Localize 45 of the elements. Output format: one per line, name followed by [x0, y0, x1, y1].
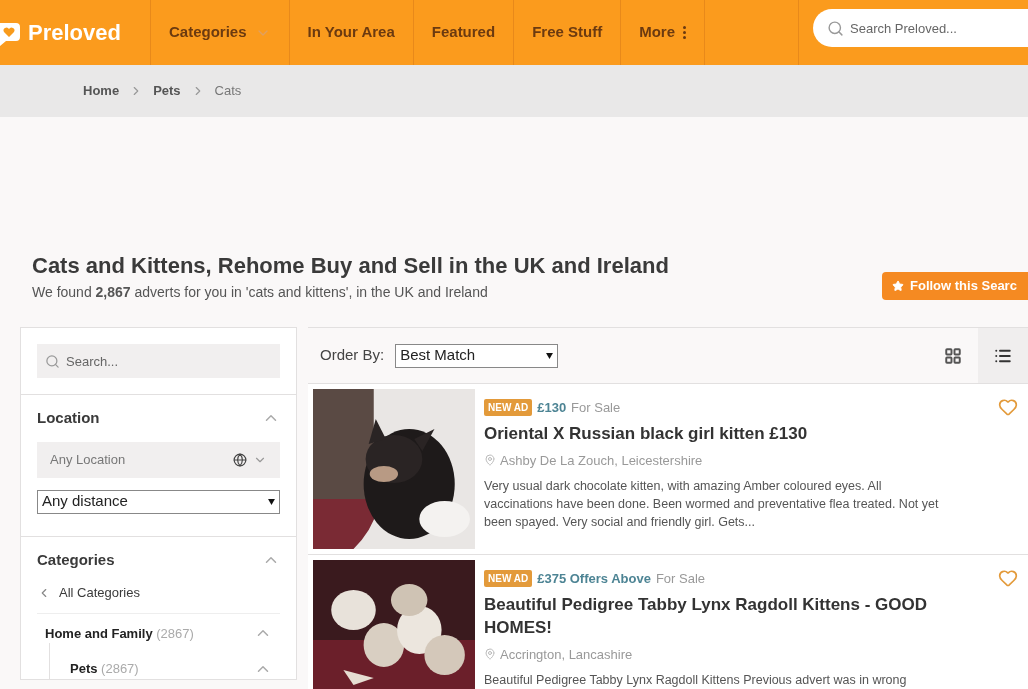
advert-card[interactable]: NEW AD £375 Offers Above For Sale Beautiful Pedigree Tabby Lynx Ragdoll Kittens - GOOD HOMES! Accrington, Lancashire Beautiful Pedigree Tabby Lynx Ragdoll Kittens Previous advert was in wrong — [308, 554, 1028, 689]
breadcrumb-link[interactable]: Cats — [214, 81, 242, 101]
location-pin-icon — [484, 648, 496, 661]
ad-type: For Sale — [571, 399, 621, 417]
category-link[interactable]: Home and Family (2867) — [45, 623, 194, 643]
more-icon — [683, 26, 686, 39]
search-input[interactable]: Search Preloved... — [850, 9, 1028, 47]
results-summary: We found 2,867 adverts for you in 'cats and kittens', in the UK and Ireland — [32, 283, 489, 302]
favourite-heart-icon[interactable] — [998, 397, 1018, 417]
ad-description: Beautiful Pedigree Tabby Lynx Ragdoll Kittens Previous advert was in wrong — [484, 672, 908, 689]
distance-select[interactable]: Any distance — [37, 489, 280, 514]
location-pin-icon — [484, 454, 496, 467]
grid-icon — [944, 346, 962, 365]
section-title: Categories — [37, 549, 115, 570]
dropdown-arrow-icon — [268, 498, 275, 505]
ad-title[interactable]: Oriental X Russian black girl kitten £130 — [484, 421, 989, 445]
ad-location: Ashby De La Zouch, Leicestershire — [500, 451, 703, 470]
location-field[interactable]: Any Location — [37, 441, 280, 478]
new-ad-badge: NEW AD — [484, 399, 533, 417]
favourite-heart-icon[interactable] — [998, 568, 1018, 588]
search-icon — [827, 19, 844, 37]
location-input[interactable]: Any Location — [37, 441, 227, 478]
breadcrumb-link[interactable]: Home — [83, 81, 120, 101]
advert-card[interactable] — [308, 383, 1028, 554]
page-title: Cats and Kittens, Rehome Buy and Sell in the UK and Ireland — [32, 252, 670, 280]
search-field[interactable]: Search Preloved... — [813, 9, 1028, 47]
ad-location: Accrington, Lancashire — [500, 645, 633, 664]
logo-text: Preloved — [28, 19, 121, 47]
new-ad-badge: NEW AD — [484, 570, 533, 588]
order-label: Order By: — [320, 345, 385, 366]
ad-price: £130 — [537, 399, 567, 417]
section-title: Location — [37, 408, 100, 428]
globe-icon — [233, 452, 247, 467]
ad-title[interactable]: Beautiful Pedigree Tabby Lynx Ragdoll Kittens - GOOD HOMES! — [484, 592, 989, 639]
all-categories-link[interactable]: All Categories — [37, 583, 280, 614]
list-view-button[interactable] — [978, 328, 1028, 383]
ad-type: For Sale — [655, 570, 705, 588]
category-link[interactable]: Pets (2867) — [70, 659, 139, 679]
breadcrumb-link[interactable]: Pets — [153, 81, 181, 101]
ad-price: £375 Offers Above — [537, 570, 651, 588]
search-icon — [45, 353, 60, 369]
ad-description: Very usual dark chocolate kitten, with amazing Amber coloured eyes. All vaccinations have been done. Been wormed and preventative flea treated. Not yet been spayed. Very social and friendly girl. Gets... — [484, 478, 940, 531]
order-select[interactable]: Best Match — [395, 343, 559, 368]
star-icon — [892, 280, 904, 292]
dropdown-arrow-icon — [546, 352, 554, 359]
